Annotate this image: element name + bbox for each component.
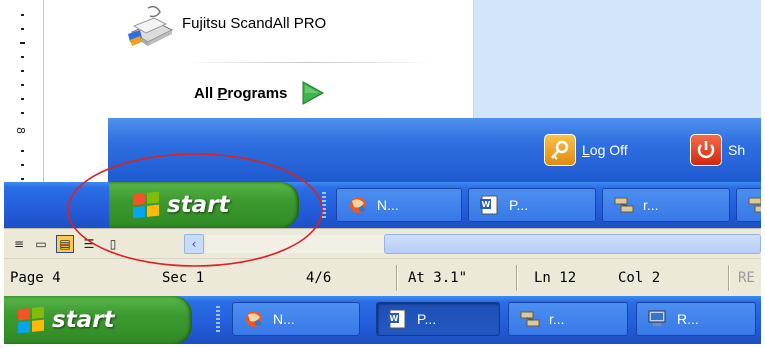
ruler-tick <box>21 28 24 30</box>
taskbar-button-label: P... <box>417 311 437 327</box>
log-off-button[interactable]: Log Off <box>544 134 628 166</box>
status-divider <box>728 265 729 291</box>
taskbar-button-label: P... <box>509 197 529 213</box>
status-divider <box>396 265 397 291</box>
taskbar-grip[interactable] <box>322 192 326 220</box>
taskbar-button-n[interactable]: N... <box>232 302 360 336</box>
taskbar-button-r[interactable]: r... <box>508 302 628 336</box>
taskbar-button-partial[interactable] <box>736 188 761 222</box>
taskbar-button-label: r... <box>643 197 659 213</box>
ruler-tick <box>20 42 25 44</box>
outline-view-icon[interactable]: ☰ <box>80 235 98 253</box>
svg-text:W: W <box>390 314 399 323</box>
taskbar-button-p[interactable]: W P... <box>376 302 500 336</box>
green-arrow-icon <box>302 81 325 105</box>
ruler-tick <box>21 84 24 86</box>
windows-logo-icon <box>133 191 159 219</box>
taskbar-grip[interactable] <box>216 306 220 334</box>
ruler-tick <box>21 164 24 166</box>
start-label: start <box>52 307 115 333</box>
start-label: start <box>167 192 230 218</box>
status-line: Ln 12 <box>534 270 577 286</box>
globe-app-icon <box>350 197 366 213</box>
ruler-tick <box>21 70 24 72</box>
horizontal-scroll-track[interactable] <box>206 235 384 253</box>
svg-text:W: W <box>482 200 491 209</box>
taskbar-button-label: N... <box>273 311 295 327</box>
globe-app-icon <box>246 311 262 327</box>
shut-down-label: Sh <box>728 142 746 158</box>
document-page-area <box>45 0 109 120</box>
screenshot-frame: 8 Fujitsu ScandAll PRO All Programs Log … <box>4 0 761 344</box>
taskbar-button-label: r... <box>549 311 565 327</box>
all-programs-menu-item[interactable]: All Programs <box>194 78 325 108</box>
taskbar-button-p[interactable]: W P... <box>468 188 596 222</box>
ruler-tick <box>21 98 24 100</box>
ruler-tick <box>21 112 24 114</box>
horizontal-scroll-thumb[interactable] <box>384 234 761 254</box>
ruler-tick <box>21 14 24 16</box>
taskbar-button-r[interactable]: r... <box>602 188 730 222</box>
scroll-left-button[interactable]: ‹ <box>184 234 204 254</box>
shut-down-button[interactable]: Sh <box>690 134 745 166</box>
status-column: Col 2 <box>618 270 661 286</box>
taskbar-button-n[interactable]: N... <box>336 188 462 222</box>
status-section: Sec 1 <box>162 270 205 286</box>
ruler-tick <box>21 150 24 152</box>
fujitsu-scandall-menu-item[interactable]: Fujitsu ScandAll PRO <box>182 15 326 32</box>
network-icon <box>520 311 540 327</box>
network-icon <box>748 197 761 213</box>
key-icon <box>544 134 576 166</box>
status-record-macro[interactable]: RE <box>738 267 755 289</box>
status-page: Page 4 <box>10 270 61 286</box>
taskbar-button-label: R... <box>677 311 699 327</box>
taskbar-button-label: N... <box>377 197 399 213</box>
all-programs-label: All Programs <box>194 84 288 102</box>
computer-icon <box>648 310 666 326</box>
start-menu-places-pane <box>474 0 761 118</box>
status-page-count: 4/6 <box>306 270 332 286</box>
web-layout-icon[interactable]: ▭ <box>32 235 50 253</box>
taskbar-upper: start N... W P... r... <box>4 182 761 228</box>
menu-separator <box>184 62 434 63</box>
ruler-tick <box>21 178 24 180</box>
taskbar-lower: start N... W P... r... R... <box>4 296 761 344</box>
taskbar-button-r2[interactable]: R... <box>636 302 756 336</box>
windows-logo-icon <box>18 306 44 334</box>
status-at: At 3.1" <box>408 270 468 286</box>
normal-view-icon[interactable]: ≡ <box>10 235 28 253</box>
start-button[interactable]: start <box>4 296 192 344</box>
ruler-number: 8 <box>14 127 27 134</box>
log-off-label: Log Off <box>582 142 628 158</box>
network-icon <box>614 197 634 213</box>
reading-layout-icon[interactable]: ▯ <box>104 235 122 253</box>
power-icon <box>690 134 722 166</box>
ruler-tick <box>21 56 24 58</box>
scanner-icon[interactable] <box>126 4 176 48</box>
status-divider <box>516 265 517 291</box>
print-layout-icon[interactable]: ▤ <box>56 235 74 253</box>
status-bar: Page 4 Sec 1 4/6 At 3.1" Ln 12 Col 2 RE <box>4 258 761 296</box>
start-button[interactable]: start <box>109 182 299 228</box>
word-doc-icon: W <box>388 309 406 329</box>
view-toolbar: ≡ ▭ ▤ ☰ ▯ ‹ <box>4 228 761 258</box>
word-doc-icon: W <box>480 195 498 215</box>
start-menu-footer <box>108 118 761 182</box>
